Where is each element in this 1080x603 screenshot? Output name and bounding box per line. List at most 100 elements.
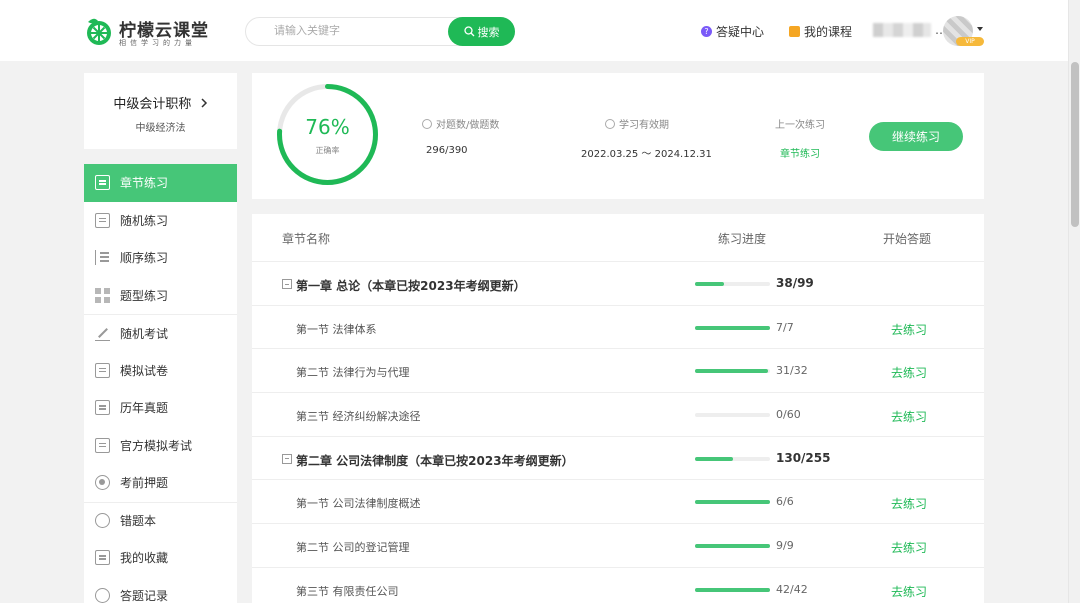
vip-badge: VIP xyxy=(956,37,984,46)
sidebar-item-random-exam[interactable]: 随机考试 xyxy=(84,314,237,352)
section-name: 第一节 公司法律制度概述 xyxy=(296,497,421,511)
go-practice-link[interactable]: 去练习 xyxy=(891,364,927,381)
predict-icon xyxy=(95,475,110,491)
course-title-card[interactable]: 中级会计职称 中级经济法 xyxy=(84,73,237,149)
mock-paper-icon xyxy=(95,362,110,378)
progress-bar xyxy=(695,413,770,418)
search-input[interactable] xyxy=(274,24,444,37)
search-button-label: 搜索 xyxy=(477,25,500,39)
nav-my-courses[interactable]: 我的课程 xyxy=(789,23,852,40)
sidebar-item-label: 顺序练习 xyxy=(120,251,169,266)
check-circle-icon xyxy=(422,118,432,129)
section-row[interactable]: 第二节 法律行为与代理 31/32 去练习 xyxy=(252,349,984,394)
sidebar-item-label: 章节练习 xyxy=(120,176,169,191)
course-subject: 中级经济法 xyxy=(135,123,186,134)
section-name: 第三节 有限责任公司 xyxy=(296,584,399,598)
chapter-table: 章节名称 练习进度 开始答题 第一章 总论（本章已按2023年考纲更新） 38/… xyxy=(252,214,984,603)
go-practice-link[interactable]: 去练习 xyxy=(891,321,927,338)
top-header: 柠檬云课堂 相信学习的力量 搜索 ? 答疑中心 我的课程 … VIP xyxy=(0,0,1080,61)
sidebar-item-mock-paper[interactable]: 模拟试卷 xyxy=(84,352,237,390)
sidebar-item-random-practice[interactable]: 随机练习 xyxy=(84,202,237,240)
chapter-row[interactable]: 第一章 总论（本章已按2023年考纲更新） 38/99 xyxy=(252,262,984,306)
progress-count: 130/255 xyxy=(776,450,831,465)
collapse-icon[interactable] xyxy=(282,453,292,464)
section-row[interactable]: 第一节 公司法律制度概述 6/6 去练习 xyxy=(252,480,984,525)
table-header: 章节名称 练习进度 开始答题 xyxy=(252,214,984,262)
chevron-right-icon xyxy=(201,98,207,108)
correct-count-value: 296/390 xyxy=(426,145,468,156)
progress-bar xyxy=(695,587,770,592)
stats-card: 76% 正确率 对题数/做题数 296/390 学习有效期 2022.03.25… xyxy=(252,73,984,199)
progress-bar xyxy=(695,369,770,374)
search-button[interactable]: 搜索 xyxy=(448,17,515,46)
sidebar-item-label: 错题本 xyxy=(120,514,157,529)
wrong-book-icon xyxy=(95,513,110,529)
progress-bar xyxy=(695,544,770,549)
accuracy-label: 正确率 xyxy=(315,146,340,155)
question-icon: ? xyxy=(701,26,712,37)
column-header-progress: 练习进度 xyxy=(718,232,767,246)
sidebar-item-sequence-practice[interactable]: 顺序练习 xyxy=(84,239,237,277)
history-icon xyxy=(95,587,110,603)
sidebar-item-past-papers[interactable]: 历年真题 xyxy=(84,389,237,427)
chapter-row[interactable]: 第二章 公司法律制度（本章已按2023年考纲更新） 130/255 xyxy=(252,437,984,481)
sidebar-item-history[interactable]: 答题记录 xyxy=(84,577,237,603)
correct-count-heading: 对题数/做题数 xyxy=(422,116,499,131)
collapse-icon[interactable] xyxy=(282,279,292,289)
search-bar: 搜索 xyxy=(245,17,515,46)
sidebar-item-wrong-book[interactable]: 错题本 xyxy=(84,501,237,540)
section-row[interactable]: 第二节 公司的登记管理 9/9 去练习 xyxy=(252,524,984,568)
exam-pen-icon xyxy=(95,326,110,341)
sidebar-item-label: 考前押题 xyxy=(120,476,169,491)
progress-count: 38/99 xyxy=(776,276,814,290)
logo-slogan: 相信学习的力量 xyxy=(119,39,196,47)
validity-value: 2022.03.25 ～ 2024.12.31 xyxy=(581,149,712,160)
progress-bar xyxy=(695,282,770,286)
section-name: 第二节 法律行为与代理 xyxy=(296,366,410,380)
go-practice-link[interactable]: 去练习 xyxy=(891,583,927,600)
official-mock-icon xyxy=(95,437,110,453)
section-name: 第二节 公司的登记管理 xyxy=(296,541,410,555)
sidebar-menu: 章节练习 随机练习 顺序练习 题型练习 随机考试 模拟试卷 历年真题 官方模拟考… xyxy=(84,164,237,603)
sidebar-item-label: 模拟试卷 xyxy=(120,363,169,378)
sidebar-item-question-type[interactable]: 题型练习 xyxy=(84,277,237,315)
section-row[interactable]: 第一节 法律体系 7/7 去练习 xyxy=(252,306,984,350)
clock-icon xyxy=(605,118,615,129)
logo[interactable]: 柠檬云课堂 相信学习的力量 xyxy=(84,14,224,48)
user-name[interactable]: … xyxy=(873,23,947,37)
last-practice-link[interactable]: 章节练习 xyxy=(780,145,820,160)
chevron-down-icon[interactable] xyxy=(977,27,983,31)
sidebar-item-favorites[interactable]: 我的收藏 xyxy=(84,539,237,577)
section-name: 第三节 经济纠纷解决途径 xyxy=(296,410,421,424)
progress-bar xyxy=(695,456,770,461)
search-icon xyxy=(463,26,474,37)
continue-practice-button[interactable]: 继续练习 xyxy=(869,122,963,151)
nav-qa-label: 答疑中心 xyxy=(716,25,765,39)
section-name: 第一节 法律体系 xyxy=(296,322,377,336)
sidebar-item-official-mock[interactable]: 官方模拟考试 xyxy=(84,427,237,465)
question-type-icon xyxy=(95,287,110,303)
progress-count: 7/7 xyxy=(776,320,794,334)
sidebar-item-label: 我的收藏 xyxy=(120,551,169,566)
course-title: 中级会计职称 xyxy=(84,93,237,112)
accuracy-percent: 76% xyxy=(305,115,350,139)
progress-count: 31/32 xyxy=(776,364,808,378)
go-practice-link[interactable]: 去练习 xyxy=(891,495,927,512)
section-row[interactable]: 第三节 有限责任公司 42/42 去练习 xyxy=(252,568,984,603)
sidebar-item-predict[interactable]: 考前押题 xyxy=(84,464,237,502)
progress-count: 9/9 xyxy=(776,539,794,553)
nav-qa-center[interactable]: ? 答疑中心 xyxy=(701,23,764,40)
chapter-name: 第一章 总论（本章已按2023年考纲更新） xyxy=(296,279,526,293)
progress-count: 6/6 xyxy=(776,495,794,509)
scrollbar-thumb[interactable] xyxy=(1071,62,1079,227)
last-practice-heading: 上一次练习 xyxy=(775,120,825,131)
sidebar-item-label: 官方模拟考试 xyxy=(120,438,193,453)
sidebar-item-chapter-practice[interactable]: 章节练习 xyxy=(84,164,237,202)
progress-bar xyxy=(695,325,770,330)
chapter-name: 第二章 公司法律制度（本章已按2023年考纲更新） xyxy=(296,453,574,468)
chapter-icon xyxy=(95,175,110,191)
go-practice-link[interactable]: 去练习 xyxy=(891,539,927,556)
go-practice-link[interactable]: 去练习 xyxy=(891,408,927,425)
section-row[interactable]: 第三节 经济纠纷解决途径 0/60 去练习 xyxy=(252,393,984,437)
page-scrollbar[interactable] xyxy=(1068,0,1080,603)
